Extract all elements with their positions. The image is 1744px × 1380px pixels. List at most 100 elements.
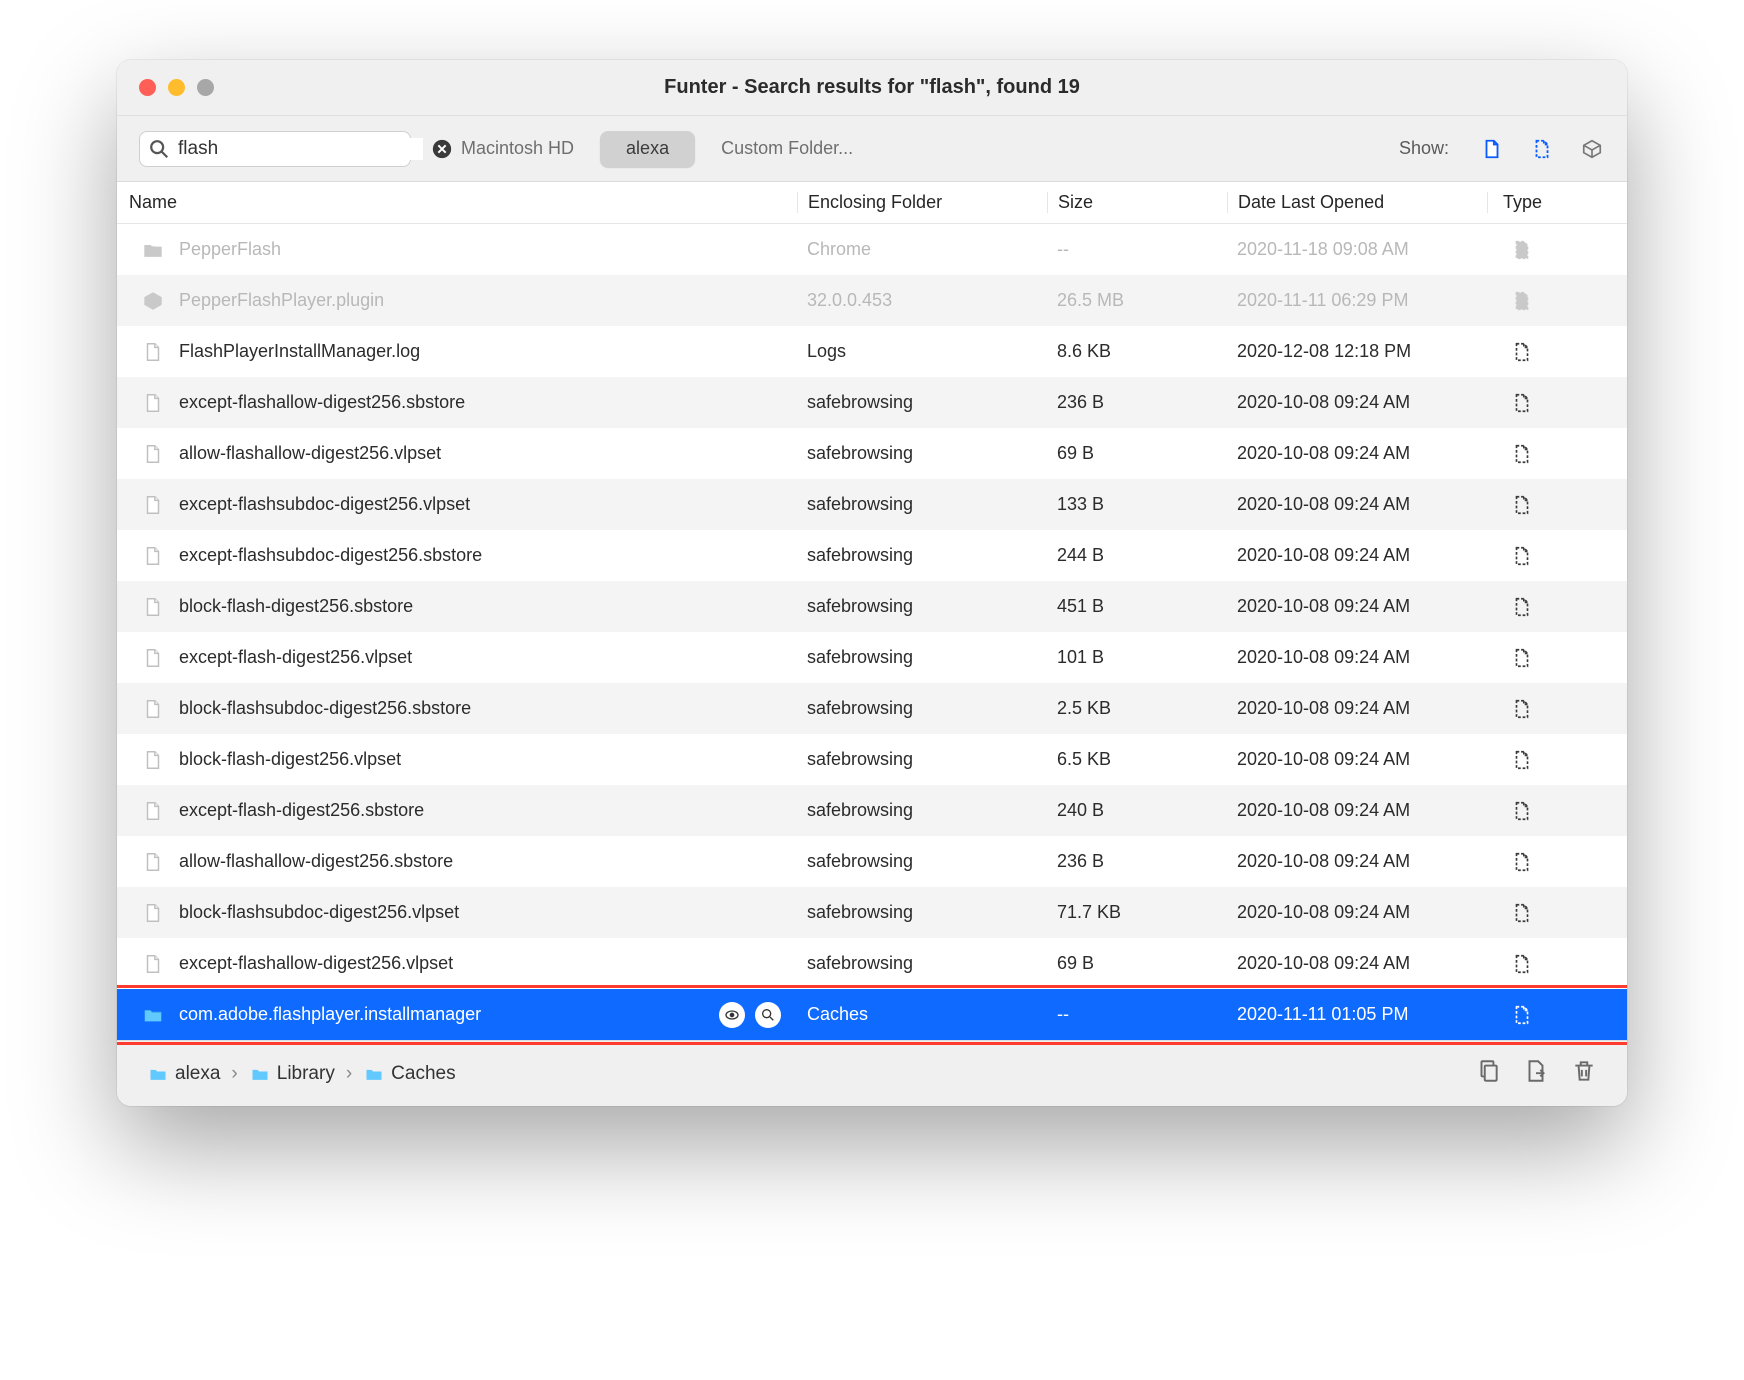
document-icon	[141, 391, 165, 415]
document-icon	[141, 952, 165, 976]
row-date: 2020-10-08 09:24 AM	[1227, 392, 1487, 413]
row-type-icon	[1487, 646, 1557, 670]
folder-icon	[141, 238, 165, 262]
search-icon	[148, 136, 170, 162]
row-size: 240 B	[1047, 800, 1227, 821]
row-type-icon	[1487, 595, 1557, 619]
table-row[interactable]: except-flashsubdoc-digest256.vlpsetsafeb…	[117, 479, 1627, 530]
table-row[interactable]: block-flash-digest256.sbstoresafebrowsin…	[117, 581, 1627, 632]
row-type-icon	[1487, 901, 1557, 925]
table-row[interactable]: allow-flashallow-digest256.vlpsetsafebro…	[117, 428, 1627, 479]
row-folder: 32.0.0.453	[797, 290, 1047, 311]
row-name: except-flashallow-digest256.vlpset	[179, 953, 453, 974]
search-input[interactable]	[178, 138, 423, 160]
row-name: except-flashsubdoc-digest256.sbstore	[179, 545, 482, 566]
row-date: 2020-10-08 09:24 AM	[1227, 545, 1487, 566]
table-row[interactable]: block-flash-digest256.vlpset safebrowsing…	[117, 734, 1627, 785]
show-packages-icon[interactable]	[1579, 136, 1605, 162]
show-visible-icon[interactable]	[1479, 136, 1505, 162]
reveal-in-finder-button[interactable]	[755, 1002, 781, 1028]
row-folder: safebrowsing	[797, 800, 1047, 821]
header-folder[interactable]: Enclosing Folder	[797, 192, 1047, 213]
row-size: 244 B	[1047, 545, 1227, 566]
table-row[interactable]: PepperFlashPlayer.plugin32.0.0.45326.5 M…	[117, 275, 1627, 326]
row-name: FlashPlayerInstallManager.log	[179, 341, 420, 362]
row-folder: safebrowsing	[797, 698, 1047, 719]
hidden-file-icon	[1510, 442, 1534, 466]
table-row[interactable]: block-flashsubdoc-digest256.vlpsetsafebr…	[117, 887, 1627, 938]
table-row[interactable]: block-flashsubdoc-digest256.sbstoresafeb…	[117, 683, 1627, 734]
reveal-button[interactable]	[1523, 1058, 1549, 1089]
hidden-file-icon	[1510, 952, 1534, 976]
scope-custom-folder[interactable]: Custom Folder...	[695, 131, 879, 167]
row-date: 2020-10-08 09:24 AM	[1227, 443, 1487, 464]
document-icon	[141, 340, 165, 364]
copy-button[interactable]	[1475, 1058, 1501, 1089]
document-icon	[141, 799, 165, 823]
row-type-icon	[1487, 340, 1557, 364]
row-date: 2020-10-08 09:24 AM	[1227, 953, 1487, 974]
row-folder: Caches	[797, 1004, 1047, 1025]
breadcrumb-segment[interactable]: Caches	[363, 1063, 455, 1085]
row-name: except-flash-digest256.sbstore	[179, 800, 424, 821]
row-name: block-flash-digest256.vlpset	[179, 749, 401, 770]
row-folder: safebrowsing	[797, 902, 1047, 923]
row-actions	[719, 1002, 797, 1028]
scope-alexa[interactable]: alexa	[600, 131, 695, 167]
table-row[interactable]: FlashPlayerInstallManager.logLogs8.6 KB2…	[117, 326, 1627, 377]
row-type-icon	[1487, 697, 1557, 721]
row-size: 6.5 KB	[1047, 749, 1227, 770]
plugin-icon	[141, 289, 165, 313]
chevron-right-icon: ›	[346, 1063, 352, 1085]
row-size: 8.6 KB	[1047, 341, 1227, 362]
document-icon	[141, 748, 165, 772]
search-field[interactable]	[139, 131, 411, 167]
table-row[interactable]: except-flash-digest256.vlpsetsafebrowsin…	[117, 632, 1627, 683]
table-row[interactable]: allow-flashallow-digest256.sbstoresafebr…	[117, 836, 1627, 887]
table-row[interactable]: except-flashallow-digest256.sbstoresafeb…	[117, 377, 1627, 428]
document-icon	[141, 697, 165, 721]
scope-selector: Macintosh HDalexaCustom Folder...	[435, 131, 879, 167]
table-row[interactable]: PepperFlashChrome--2020-11-18 09:08 AM	[117, 224, 1627, 275]
row-name: allow-flashallow-digest256.sbstore	[179, 851, 453, 872]
hidden-file-icon	[1510, 850, 1534, 874]
table-row[interactable]: com.adobe.flashplayer.installmanagerCach…	[117, 989, 1627, 1040]
breadcrumb-segment[interactable]: Library	[249, 1063, 335, 1085]
hidden-file-icon	[1510, 1003, 1534, 1027]
row-folder: Logs	[797, 341, 1047, 362]
hidden-file-icon	[1510, 289, 1534, 313]
hidden-file-icon	[1510, 238, 1534, 262]
hidden-file-icon	[1510, 799, 1534, 823]
row-date: 2020-10-08 09:24 AM	[1227, 494, 1487, 515]
header-size[interactable]: Size	[1047, 192, 1227, 213]
row-type-icon	[1487, 850, 1557, 874]
row-date: 2020-10-08 09:24 AM	[1227, 647, 1487, 668]
show-hidden-icon[interactable]	[1529, 136, 1555, 162]
breadcrumb-segment[interactable]: alexa	[147, 1063, 220, 1085]
row-type-icon	[1487, 391, 1557, 415]
breadcrumb: alexa›Library›Caches	[147, 1063, 456, 1085]
table-row[interactable]: except-flashsubdoc-digest256.sbstoresafe…	[117, 530, 1627, 581]
header-name[interactable]: Name	[117, 192, 797, 213]
row-date: 2020-10-08 09:24 AM	[1227, 749, 1487, 770]
quicklook-button[interactable]	[719, 1002, 745, 1028]
row-size: 236 B	[1047, 392, 1227, 413]
table-row[interactable]: except-flash-digest256.sbstore safebrowsi…	[117, 785, 1627, 836]
minimize-window-button[interactable]	[168, 79, 185, 96]
row-name: except-flashsubdoc-digest256.vlpset	[179, 494, 470, 515]
show-label: Show:	[1399, 138, 1449, 159]
hidden-file-icon	[1510, 595, 1534, 619]
statusbar: alexa›Library›Caches	[117, 1040, 1627, 1106]
document-icon	[141, 901, 165, 925]
trash-button[interactable]	[1571, 1058, 1597, 1089]
table-row[interactable]: except-flashallow-digest256.vlpsetsafebr…	[117, 938, 1627, 989]
zoom-window-button[interactable]	[197, 79, 214, 96]
header-date[interactable]: Date Last Opened	[1227, 192, 1487, 213]
scope-macintosh-hd[interactable]: Macintosh HD	[435, 131, 600, 167]
document-icon	[141, 646, 165, 670]
row-type-icon	[1487, 1003, 1557, 1027]
close-window-button[interactable]	[139, 79, 156, 96]
row-folder: safebrowsing	[797, 749, 1047, 770]
header-type[interactable]: Type	[1487, 192, 1557, 213]
row-name: block-flash-digest256.sbstore	[179, 596, 413, 617]
